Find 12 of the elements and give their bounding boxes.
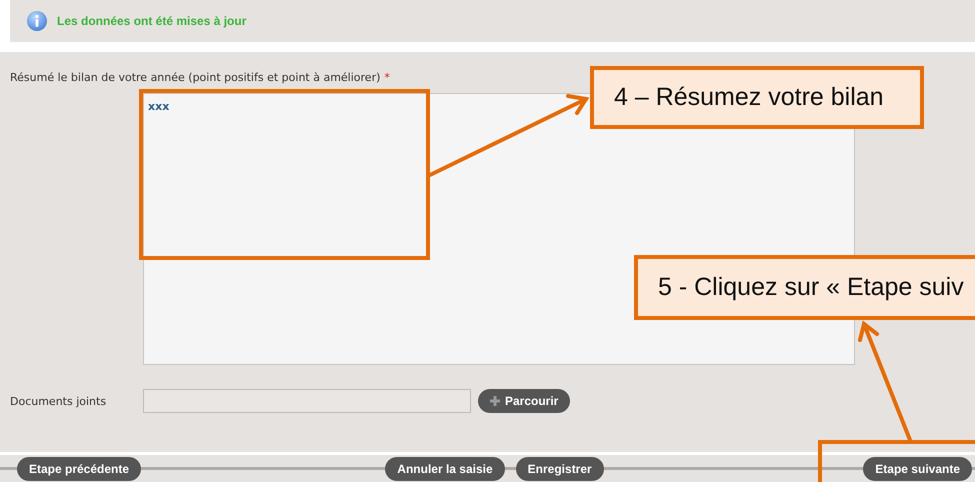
info-icon [27,11,47,31]
summary-label: Résumé le bilan de votre année (point positifs et point à améliorer) [10,71,380,84]
plus-icon [490,396,500,406]
next-step-button[interactable]: Etape suivante [863,456,972,480]
notice-message: Les données ont été mises à jour [57,14,246,28]
previous-step-button[interactable]: Etape précédente [17,456,142,480]
required-mark: * [384,71,390,84]
browse-button[interactable]: Parcourir [478,389,570,413]
attachments-label: Documents joints [9,394,108,408]
footer-button[interactable]: Enregistrer [516,456,604,480]
footer-button[interactable]: Annuler la saisie [385,456,505,480]
file-input-field[interactable] [143,389,471,413]
